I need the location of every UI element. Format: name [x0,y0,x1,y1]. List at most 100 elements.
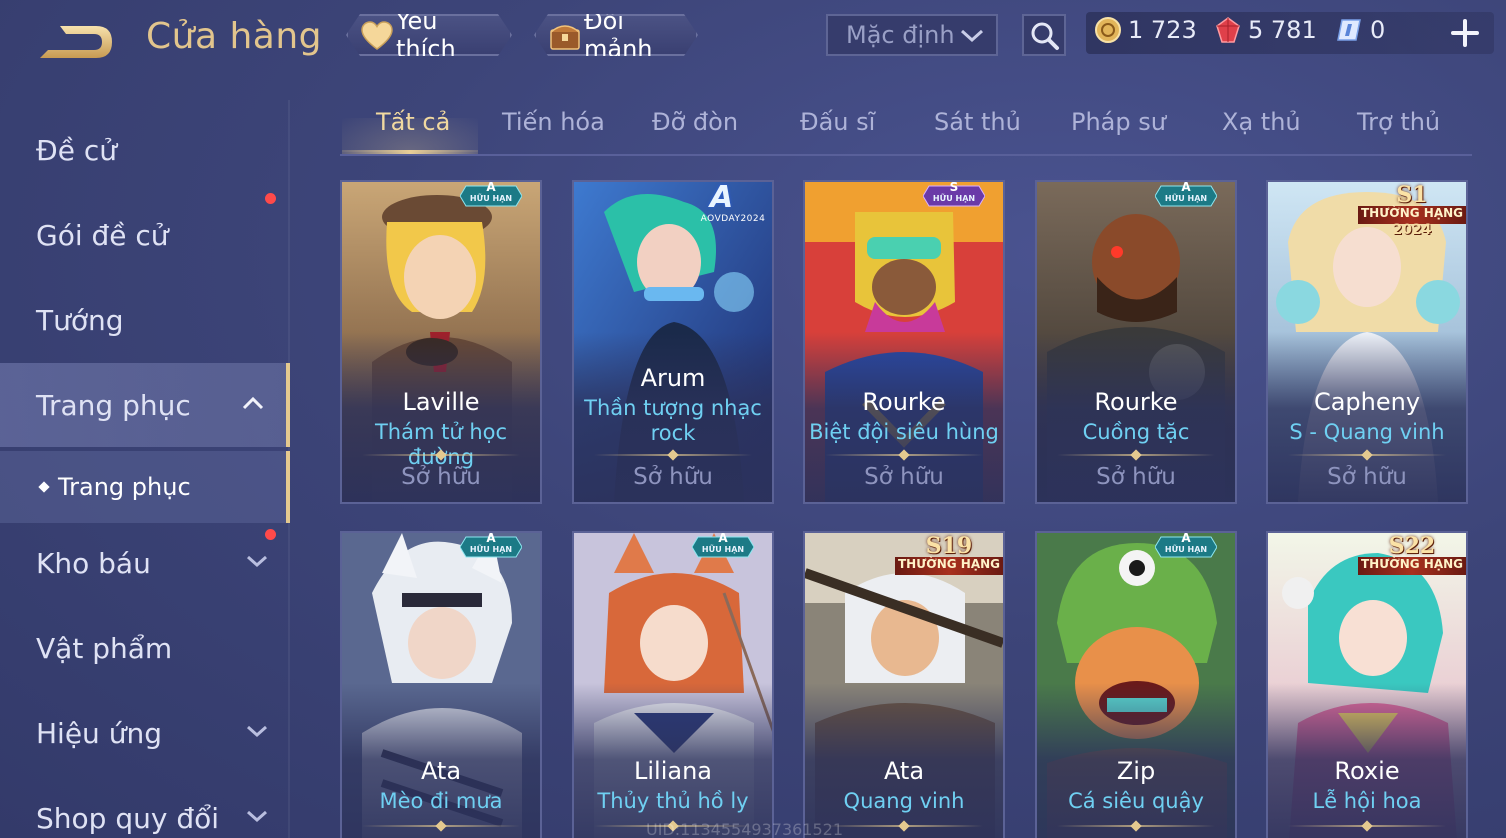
sidebar-item-label: Tướng [36,303,124,337]
sidebar-item-items[interactable]: Vật phẩm [0,606,290,690]
sidebar-subitem-label: Trang phục [58,473,191,501]
skin-name: Cá siêu quậy [1068,789,1204,813]
exchange-shards-button[interactable]: Đổi mảnh [534,14,698,56]
sidebar-item-skins[interactable]: Trang phục [0,363,290,447]
tab-support[interactable]: Trợ thủ [1357,108,1440,152]
sidebar-item-recommended[interactable]: Đề cử [0,108,290,192]
hero-name: Laville [402,388,480,416]
back-arrow-icon [40,26,112,58]
skin-card[interactable]: S22 THƯỜNG HẠNG Roxie Lễ hội hoa [1266,531,1468,838]
skin-name: Biệt đội siêu hùng [809,420,999,444]
sidebar-item-label: Trang phục [36,388,191,422]
rank-badge: S1 THƯỜNG HẠNG 2024 [1358,182,1466,238]
ruby-amount: 5 781 [1248,16,1317,44]
skin-card[interactable]: A HỮU HẠN Ata Mèo đi mưa [340,531,542,838]
tab-marksman[interactable]: Xạ thủ [1222,108,1301,152]
owned-status: Sở hữu [1327,464,1407,490]
owned-status: Sở hữu [864,464,944,490]
hero-name: Ata [420,757,462,785]
limited-badge: A HỮU HẠN [459,533,523,559]
gold-balance: 1 723 [1094,16,1197,44]
plus-icon [1451,19,1479,47]
limited-badge: S HỮU HẠN [922,182,986,208]
skin-card[interactable]: A HỮU HẠN Rourke Cuồng tặc Sở hữu [1035,180,1237,504]
back-button[interactable] [36,20,118,62]
tab-evolution[interactable]: Tiến hóa [502,108,605,152]
tab-assassin[interactable]: Sát thủ [934,108,1021,152]
page-title: Cửa hàng [146,16,323,57]
skin-card[interactable]: A HỮU HẠN Laville Thám tử học đường Sở h… [340,180,542,504]
hero-name: Arum [640,364,706,392]
limited-badge: A HỮU HẠN [1154,182,1218,208]
rank-badge: S22 THƯỜNG HẠNG [1358,533,1466,581]
owned-status: Sở hữu [1096,464,1176,490]
currency-bar: 1 723 5 781 0 [1086,12,1494,54]
limited-badge: A HỮU HẠN [1154,533,1218,559]
skin-grid: A HỮU HẠN Laville Thám tử học đường Sở h… [340,180,1470,838]
sidebar-item-effects[interactable]: Hiệu ứng [0,691,290,775]
sidebar-item-treasure[interactable]: Kho báu [0,521,290,605]
tab-tank[interactable]: Đỡ đòn [652,108,738,152]
gold-amount: 1 723 [1128,16,1197,44]
notification-dot [265,529,276,540]
chevron-up-icon [242,396,264,410]
hero-name: Capheny [1313,388,1421,416]
skin-name: Mèo đi mưa [379,789,503,813]
owned-status: Sở hữu [401,464,481,490]
tab-fighter[interactable]: Đấu sĩ [800,108,875,152]
gold-coin-icon [1095,17,1121,43]
search-icon [1031,22,1059,50]
event-badge: A AOVDAY2024 [700,180,766,224]
sidebar-item-label: Đề cử [36,133,117,167]
chevron-down-icon [247,555,267,568]
sidebar-item-label: Hiệu ứng [36,716,162,750]
skin-card[interactable]: S HỮU HẠN Rourke Biệt đội siêu hùng Sở h… [803,180,1005,504]
hero-name: Rourke [1094,388,1178,416]
hero-name: Roxie [1334,757,1400,785]
skin-name: S - Quang vinh [1289,420,1445,444]
skin-name: Thám tử học đường [374,420,508,469]
sidebar-item-label: Shop quy đổi [36,801,219,835]
favorites-button[interactable]: Yêu thích [346,14,512,56]
skin-name: Thủy thủ hồ ly [597,789,749,813]
skin-card[interactable]: S1 THƯỜNG HẠNG 2024 Capheny S - Quang vi… [1266,180,1468,504]
limited-badge: A HỮU HẠN [459,182,523,208]
top-up-button[interactable] [1450,18,1480,48]
skin-card[interactable]: A AOVDAY2024 Arum Thần tượng nhạc rock S… [572,180,774,504]
limited-badge: A HỮU HẠN [691,533,755,559]
ticket-balance: 0 [1336,16,1385,44]
skin-card[interactable]: A HỮU HẠN Zip Cá siêu quậy [1035,531,1237,838]
tab-all[interactable]: Tất cả [376,108,450,152]
top-bar: Cửa hàng Yêu thích Đổi mảnh Mặc định 1 7… [0,0,1506,90]
sidebar: Đề cử Gói đề cử Tướng Trang phục Trang p… [0,100,290,838]
owned-status: Sở hữu [633,464,713,490]
skin-card[interactable]: S19 THƯỜNG HẠNG Ata Quang vinh [803,531,1005,838]
chevron-down-icon [247,810,267,823]
sidebar-item-label: Gói đề cử [36,218,169,252]
hero-name: Ata [883,757,925,785]
chevron-down-icon [247,725,267,738]
sidebar-item-label: Kho báu [36,546,151,580]
ticket-amount: 0 [1370,16,1386,44]
favorites-label: Yêu thích [396,7,456,63]
bullet-icon [38,481,50,493]
skin-card[interactable]: A HỮU HẠN Liliana Thủy thủ hồ ly [572,531,774,838]
sidebar-item-heroes[interactable]: Tướng [0,278,290,362]
chevron-down-icon [960,29,984,43]
sort-value: Mặc định [846,21,955,49]
sidebar-item-bundles[interactable]: Gói đề cử [0,193,290,277]
ticket-icon [1337,19,1361,41]
hero-name: Rourke [862,388,946,416]
tab-mage[interactable]: Pháp sư [1071,108,1166,152]
skin-name: Lễ hội hoa [1312,789,1422,813]
chest-icon [548,20,582,52]
sidebar-subitem-skins[interactable]: Trang phục [0,451,290,523]
ruby-balance: 5 781 [1214,16,1317,44]
rank-badge: S19 THƯỜNG HẠNG [895,533,1003,581]
tab-active-underline [342,150,478,154]
sidebar-item-label: Vật phẩm [36,631,173,665]
search-button[interactable] [1022,14,1066,56]
sidebar-item-exchange-shop[interactable]: Shop quy đổi [0,776,290,838]
notification-dot [265,193,276,204]
sort-dropdown[interactable]: Mặc định [826,14,998,56]
